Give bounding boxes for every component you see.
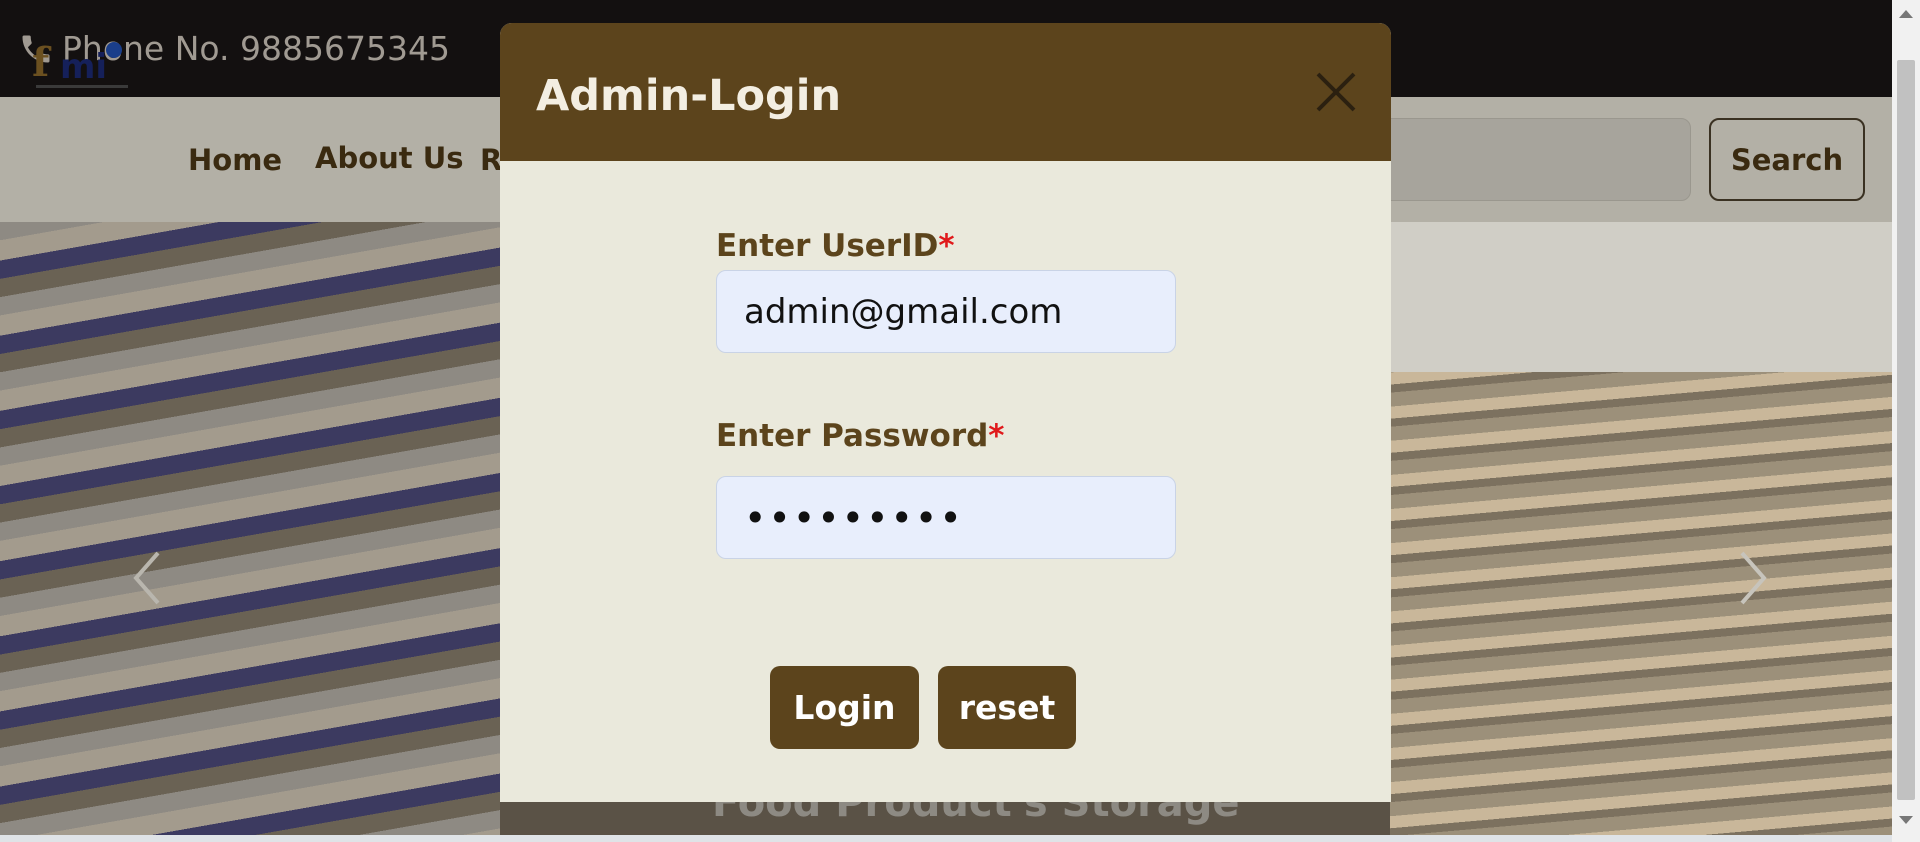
nav-about-us[interactable]: About Us	[315, 141, 464, 175]
close-icon	[1316, 72, 1356, 112]
nav-home[interactable]: Home	[188, 143, 282, 177]
nav-item-partial[interactable]: R	[480, 143, 502, 177]
carousel-prev-icon[interactable]	[128, 548, 168, 608]
userid-label: Enter UserID*	[716, 228, 955, 264]
password-label: Enter Password*	[716, 418, 1005, 454]
fmi-logo[interactable]: f mi	[30, 38, 135, 94]
required-mark: *	[938, 228, 955, 264]
nav-search-button[interactable]: Search	[1709, 118, 1865, 201]
login-button[interactable]: Login	[770, 666, 919, 749]
scroll-thumb[interactable]	[1897, 60, 1915, 800]
password-input[interactable]	[716, 476, 1176, 559]
carousel-next-icon[interactable]	[1732, 548, 1772, 608]
svg-text:f: f	[32, 39, 52, 86]
admin-login-modal: Admin-Login Enter UserID* Enter Password…	[500, 23, 1391, 802]
close-button[interactable]	[1313, 69, 1359, 115]
scroll-up-icon[interactable]	[1899, 10, 1913, 18]
hero-image-left	[0, 222, 500, 835]
scroll-down-icon[interactable]	[1899, 816, 1913, 824]
required-mark: *	[988, 418, 1005, 454]
modal-header: Admin-Login	[500, 23, 1391, 161]
modal-title: Admin-Login	[536, 71, 842, 121]
reset-button[interactable]: reset	[938, 666, 1076, 749]
userid-input[interactable]	[716, 270, 1176, 353]
nav-search-input[interactable]	[1380, 118, 1691, 201]
bottom-strip	[0, 835, 1892, 842]
hero-image-right	[1390, 222, 1892, 835]
svg-text:mi: mi	[60, 47, 107, 87]
